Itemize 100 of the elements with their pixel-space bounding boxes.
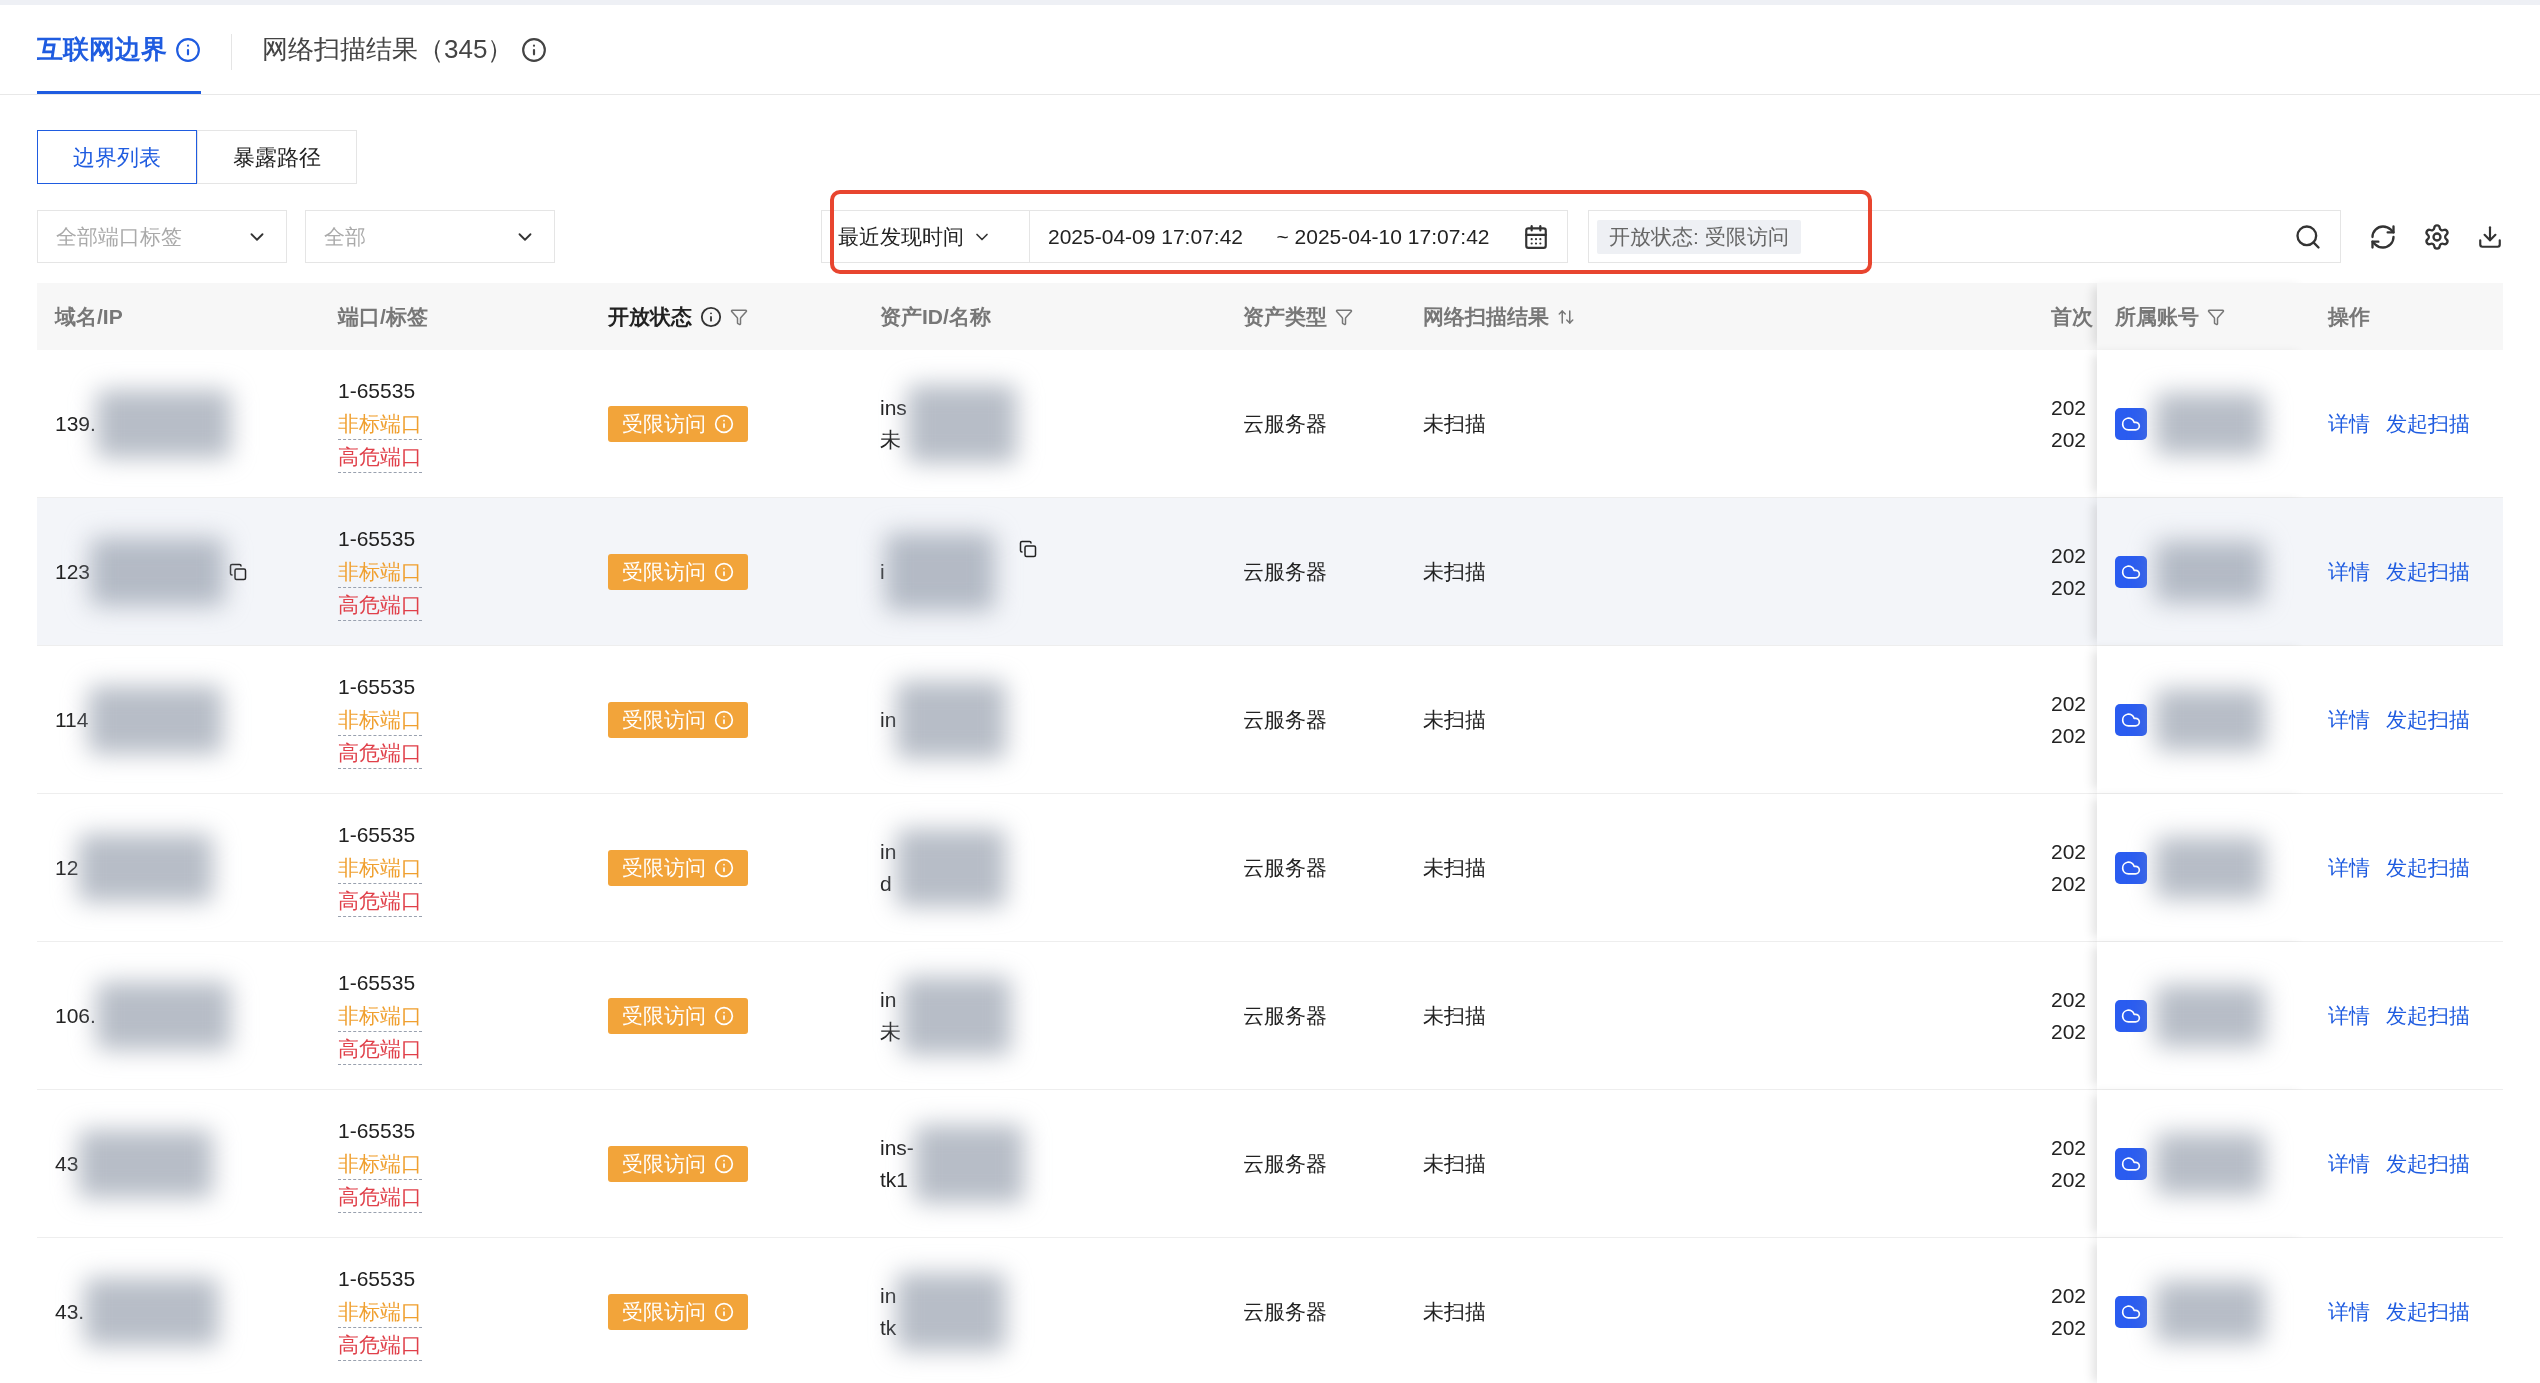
asset-text: d [880, 870, 893, 897]
asset-type: 云服务器 [1243, 558, 1327, 585]
cloud-icon [2115, 703, 2147, 736]
action-link[interactable]: 详情 [2328, 703, 2370, 736]
cloud-icon [2115, 851, 2147, 884]
filter-icon[interactable] [730, 307, 748, 326]
action-link[interactable]: 详情 [2328, 1147, 2370, 1180]
sort-icon[interactable] [1557, 307, 1575, 326]
action-link[interactable]: 发起扫描 [2386, 851, 2470, 884]
segment-button[interactable]: 暴露路径 [197, 130, 357, 184]
scan-result: 未扫描 [1423, 1150, 1486, 1177]
port-tag[interactable]: 高危端口 [338, 1033, 422, 1065]
first-seen-text: 202 [2051, 870, 2087, 897]
port-tag[interactable]: 高危端口 [338, 589, 422, 621]
settings-icon[interactable] [2423, 222, 2451, 251]
first-seen-text: 202 [2051, 574, 2087, 601]
first-seen-text: 202 [2051, 1018, 2087, 1045]
action-link[interactable]: 发起扫描 [2386, 999, 2470, 1032]
domain-text: 123 [55, 558, 91, 585]
status-badge: 受限访问 [608, 405, 748, 442]
port-range: 1-65535 [338, 1265, 416, 1292]
status-badge: 受限访问 [608, 1293, 748, 1330]
asset-type: 云服务器 [1243, 1002, 1327, 1029]
column-header: 资产类型 [1243, 303, 1327, 330]
domain-text: 12 [55, 854, 79, 881]
asset-text: in [880, 986, 898, 1013]
filter-tag[interactable]: 开放状态: 受限访问 [1597, 219, 1801, 254]
info-icon[interactable] [521, 36, 548, 63]
asset-text: tk [880, 1314, 897, 1341]
port-tag[interactable]: 高危端口 [338, 737, 422, 769]
scan-result: 未扫描 [1423, 410, 1486, 437]
port-tag[interactable]: 高危端口 [338, 1181, 422, 1213]
asset-text: 未 [880, 1018, 901, 1045]
asset-text: tk1 [880, 1166, 909, 1193]
action-link[interactable]: 详情 [2328, 555, 2370, 588]
action-link[interactable]: 发起扫描 [2386, 703, 2470, 736]
filter-icon[interactable] [2207, 307, 2225, 326]
search-icon[interactable] [2294, 222, 2322, 251]
action-link[interactable]: 详情 [2328, 999, 2370, 1032]
scan-result: 未扫描 [1423, 558, 1486, 585]
action-link[interactable]: 详情 [2328, 851, 2370, 884]
action-link[interactable]: 发起扫描 [2386, 1295, 2470, 1328]
info-icon[interactable] [175, 36, 201, 63]
copy-icon[interactable] [1018, 540, 1037, 558]
search-field[interactable]: 开放状态: 受限访问 [1588, 210, 2341, 263]
column-header: 开放状态 [608, 303, 692, 330]
first-seen-text: 202 [2051, 722, 2087, 749]
action-link[interactable]: 发起扫描 [2386, 555, 2470, 588]
cloud-icon [2115, 1147, 2147, 1180]
asset-text: in [880, 1282, 897, 1309]
domain-text: 43 [55, 1150, 79, 1177]
port-range: 1-65535 [338, 377, 416, 404]
first-seen-text: 202 [2051, 1314, 2087, 1341]
status-badge: 受限访问 [608, 1145, 748, 1182]
port-range: 1-65535 [338, 1117, 416, 1144]
asset-text: ins [880, 394, 907, 421]
filter-icon[interactable] [1335, 307, 1353, 326]
asset-type: 云服务器 [1243, 1298, 1327, 1325]
port-tag[interactable]: 高危端口 [338, 441, 422, 473]
first-seen-text: 202 [2051, 1166, 2087, 1193]
asset-text: 未 [880, 426, 902, 453]
port-range: 1-65535 [338, 525, 416, 552]
download-icon[interactable] [2477, 223, 2503, 250]
asset-type: 云服务器 [1243, 1150, 1327, 1177]
action-link[interactable]: 详情 [2328, 1295, 2370, 1328]
segment-button[interactable]: 边界列表 [37, 130, 197, 184]
status-badge: 受限访问 [608, 553, 748, 590]
port-range: 1-65535 [338, 821, 416, 848]
asset-type: 云服务器 [1243, 706, 1327, 733]
column-header: 域名/IP [55, 303, 123, 330]
first-seen-text: 202 [2051, 838, 2087, 865]
column-header: 端口/标签 [338, 303, 428, 330]
copy-icon[interactable] [229, 562, 248, 581]
domain-text: 43. [55, 1298, 85, 1325]
column-header: 操作 [2328, 303, 2370, 330]
refresh-icon[interactable] [2369, 222, 2397, 251]
cloud-icon [2115, 1295, 2147, 1328]
first-seen-text: 202 [2051, 1282, 2087, 1309]
action-link[interactable]: 详情 [2328, 407, 2370, 440]
info-icon[interactable] [700, 305, 722, 328]
scan-result: 未扫描 [1423, 706, 1486, 733]
tab[interactable]: 互联网边界 [37, 8, 201, 94]
asset-text: i [880, 558, 885, 585]
first-seen-text: 202 [2051, 426, 2087, 453]
first-seen-text: 202 [2051, 1134, 2087, 1161]
scan-result: 未扫描 [1423, 1002, 1486, 1029]
domain-text: 114 [55, 706, 89, 733]
tab[interactable]: 网络扫描结果（345） [262, 8, 548, 94]
first-seen-text: 202 [2051, 690, 2087, 717]
domain-text: 139. [55, 410, 96, 437]
port-tag[interactable]: 高危端口 [338, 885, 422, 917]
action-link[interactable]: 发起扫描 [2386, 407, 2470, 440]
port-range: 1-65535 [338, 673, 416, 700]
action-link[interactable]: 发起扫描 [2386, 1147, 2470, 1180]
scan-result: 未扫描 [1423, 1298, 1486, 1325]
status-badge: 受限访问 [608, 997, 748, 1034]
column-header: 所属账号 [2115, 303, 2199, 330]
column-header: 网络扫描结果 [1423, 303, 1549, 330]
asset-type: 云服务器 [1243, 854, 1327, 881]
port-tag[interactable]: 高危端口 [338, 1329, 422, 1361]
